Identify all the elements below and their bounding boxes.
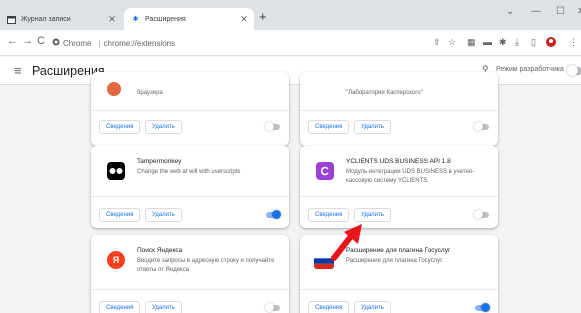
- tampermonkey-icon: [107, 162, 125, 180]
- extension-toggle[interactable]: [475, 303, 490, 312]
- details-button[interactable]: Сведения: [308, 301, 350, 313]
- yandex-icon: Я: [107, 251, 125, 269]
- remove-button[interactable]: Удалить: [145, 120, 182, 134]
- close-window-icon[interactable]: ✕: [577, 6, 581, 17]
- extension-description: Расширение для плагина Госуслуг.: [346, 258, 444, 264]
- side-panel-icon[interactable]: ▯: [531, 37, 536, 48]
- chrome-icon: [52, 38, 60, 48]
- remove-button[interactable]: Удалить: [145, 301, 182, 313]
- puzzle-icon: ✱: [132, 16, 139, 23]
- dev-mode-toggle[interactable]: [567, 65, 581, 76]
- tab-extensions[interactable]: ✱ Расширения ✕: [124, 8, 254, 30]
- tab-title: Журнал записи: [21, 15, 71, 23]
- details-button[interactable]: Сведения: [308, 120, 350, 134]
- minimize-icon[interactable]: —: [531, 6, 541, 17]
- extension-card: YCLIENTS UDS BUSINESS API 1.8 Модуль инт…: [300, 146, 498, 228]
- tab-title: Расширения: [145, 15, 186, 23]
- tab-strip: Журнал записи ✕ ✱ Расширения ✕ + ⌄ — ☐ ✕: [0, 0, 581, 30]
- reload-icon[interactable]: C: [37, 35, 45, 47]
- extension-icon[interactable]: ▬: [483, 37, 492, 47]
- new-tab-button[interactable]: +: [259, 9, 267, 24]
- yclients-icon: [316, 162, 334, 180]
- back-icon[interactable]: ←: [7, 35, 18, 47]
- download-icon[interactable]: ⤓: [515, 37, 519, 48]
- extension-description: Модуль интеграции UDS BUSINESS в учетно-…: [346, 169, 475, 184]
- browser-toolbar: ← → C Chrome | chrome://extensions ⇪ ☆ ▦…: [0, 30, 581, 56]
- remove-button[interactable]: Удалить: [354, 301, 391, 313]
- url-text: chrome://extensions: [103, 38, 176, 48]
- maximize-icon[interactable]: ☐: [556, 6, 565, 17]
- hamburger-menu-icon[interactable]: ≡: [14, 63, 22, 78]
- remove-button[interactable]: Удалить: [354, 120, 391, 134]
- extension-description: "Лаборатории Касперского": [346, 90, 423, 96]
- extension-toggle[interactable]: [266, 210, 281, 219]
- extension-name: YCLIENTS UDS BUSINESS API 1.8: [346, 158, 451, 165]
- extension-toggle[interactable]: [265, 303, 280, 312]
- address-bar[interactable]: Chrome | chrome://extensions: [52, 34, 452, 52]
- forward-icon[interactable]: →: [22, 35, 33, 47]
- close-tab-icon[interactable]: ✕: [238, 14, 250, 25]
- annotation-arrow-icon: [331, 224, 362, 261]
- dev-mode-label: Режим разработчика: [496, 66, 564, 73]
- tab-journal[interactable]: Журнал записи ✕: [0, 8, 122, 30]
- tab-search-icon[interactable]: ⌄: [506, 6, 514, 17]
- avatar[interactable]: [546, 37, 556, 49]
- remove-button[interactable]: Удалить: [145, 208, 182, 222]
- extension-description: Вводите запросы в адресную строку и полу…: [137, 258, 275, 273]
- scheme-label: Chrome: [63, 38, 92, 48]
- details-button[interactable]: Сведения: [308, 208, 350, 222]
- extension-name: Поиск Яндекса: [137, 247, 183, 254]
- bookmark-star-icon[interactable]: ☆: [448, 37, 456, 48]
- extension-card: браузера Сведения Удалить: [91, 72, 289, 146]
- extension-toggle[interactable]: [265, 122, 280, 131]
- extension-logo-icon: [107, 82, 121, 96]
- menu-icon[interactable]: ⋮: [569, 37, 578, 48]
- extension-card: Я Поиск Яндекса Вводите запросы в адресн…: [91, 235, 289, 313]
- extension-name: Tampermonkey: [137, 158, 182, 165]
- remove-button[interactable]: Удалить: [354, 208, 391, 222]
- extension-card: "Лаборатории Касперского" Сведения Удали…: [300, 72, 498, 146]
- extension-toggle[interactable]: [474, 210, 489, 219]
- puzzle-icon[interactable]: ✱: [499, 37, 507, 48]
- extension-card: Tampermonkey Change the web at will with…: [91, 146, 289, 228]
- share-icon[interactable]: ⇪: [433, 37, 441, 48]
- extension-icon[interactable]: ▦: [467, 37, 476, 48]
- details-button[interactable]: Сведения: [99, 301, 141, 313]
- close-tab-icon[interactable]: ✕: [106, 14, 118, 25]
- details-button[interactable]: Сведения: [99, 208, 141, 222]
- site-chip[interactable]: Chrome: [52, 38, 91, 48]
- extension-description: Change the web at will with userscripts: [137, 169, 241, 175]
- details-button[interactable]: Сведения: [99, 120, 141, 134]
- extension-toggle[interactable]: [474, 122, 489, 131]
- extension-description: браузера: [137, 90, 163, 96]
- calendar-icon: [7, 15, 16, 24]
